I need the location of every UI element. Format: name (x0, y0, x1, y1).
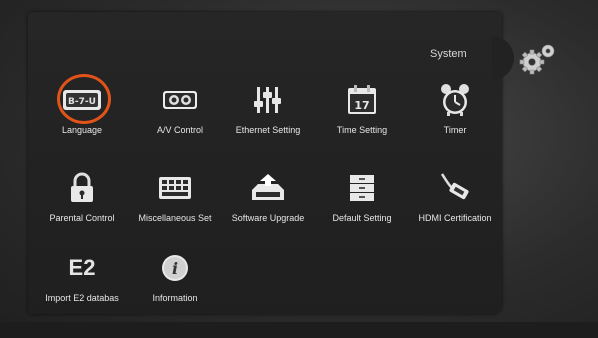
menu-item-label: HDMI Certification (418, 213, 492, 223)
menu-item-label: Time Setting (336, 125, 388, 135)
padlock-icon (62, 168, 102, 208)
menu-item-ethernet-setting[interactable]: Ethernet Setting (220, 80, 316, 152)
menu-item-label: Miscellaneous Set (138, 213, 212, 223)
menu-item-hdmi-certification[interactable]: HDMI Certification (407, 168, 503, 240)
menu-item-parental-control[interactable]: Parental Control (34, 168, 130, 240)
menu-item-label: Timer (443, 125, 467, 135)
menu-item-label: Language (61, 125, 103, 135)
bottom-strip (0, 322, 598, 338)
menu-item-import-e2-database[interactable]: E2 Import E2 databas (34, 248, 130, 320)
menu-item-label: Ethernet Setting (235, 125, 301, 135)
menu-item-label: Software Upgrade (231, 213, 305, 223)
menu-item-miscellaneous-set[interactable]: Miscellaneous Set (127, 168, 223, 240)
menu-item-av-control[interactable]: A/V Control (132, 80, 228, 152)
gears-icon (519, 40, 559, 76)
e2-icon-text: E2 (68, 255, 96, 280)
menu-item-default-setting[interactable]: Default Setting (314, 168, 410, 240)
calendar-day: 17 (354, 99, 369, 112)
menu-item-label: Default Setting (332, 213, 392, 223)
alarm-clock-icon (435, 80, 475, 120)
upgrade-icon (248, 168, 288, 208)
keyboard-icon (155, 168, 195, 208)
menu-item-label: Information (152, 293, 198, 303)
menu-item-timer[interactable]: Timer (407, 80, 503, 152)
menu-item-language[interactable]: B-7-U Language (34, 74, 130, 152)
language-icon: B-7-U (62, 80, 102, 120)
svg-text:i: i (172, 259, 178, 278)
e2-icon: E2 (62, 248, 102, 288)
menu-title: System (430, 48, 467, 60)
menu-item-information[interactable]: i Information (127, 248, 223, 320)
info-icon: i (155, 248, 195, 288)
av-control-icon (160, 80, 200, 120)
menu-item-software-upgrade[interactable]: Software Upgrade (220, 168, 316, 240)
calendar-icon: 17 (342, 80, 382, 120)
svg-text:B-7-U: B-7-U (68, 97, 96, 107)
menu-item-label: Import E2 databas (45, 293, 119, 303)
menu-item-label: Parental Control (49, 213, 115, 223)
ethernet-settings-icon (248, 80, 288, 120)
hdmi-cable-icon (435, 168, 475, 208)
menu-item-time-setting[interactable]: 17 Time Setting (314, 80, 410, 152)
default-setting-icon (342, 168, 382, 208)
